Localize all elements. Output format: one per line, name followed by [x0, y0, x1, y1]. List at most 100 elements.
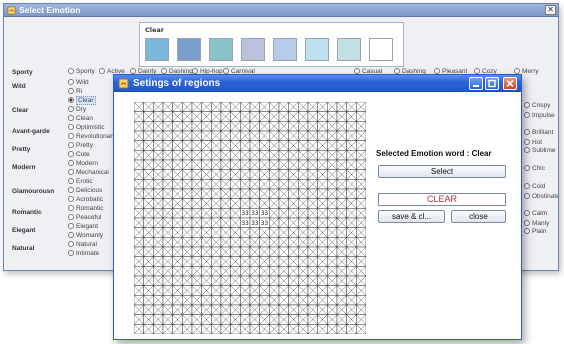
grid-cell[interactable]	[191, 266, 202, 277]
grid-cell[interactable]	[143, 169, 154, 180]
grid-cell[interactable]	[134, 266, 144, 277]
grid-cell[interactable]	[307, 159, 318, 170]
grid-cell[interactable]	[307, 121, 318, 132]
grid-cell[interactable]	[201, 275, 212, 286]
grid-cell[interactable]	[172, 121, 183, 132]
grid-cell[interactable]	[249, 295, 260, 306]
grid-cell[interactable]: 33	[259, 217, 270, 228]
grid-cell[interactable]	[317, 150, 328, 161]
grid-cell[interactable]	[249, 246, 260, 257]
grid-cell[interactable]	[182, 121, 193, 132]
grid-cell[interactable]	[182, 275, 193, 286]
grid-cell[interactable]	[240, 227, 251, 238]
grid-cell[interactable]	[327, 295, 338, 306]
grid-cell[interactable]	[346, 304, 357, 315]
grid-cell[interactable]	[259, 102, 270, 112]
grid-cell[interactable]	[307, 179, 318, 190]
grid-cell[interactable]	[220, 198, 231, 209]
grid-cell[interactable]	[182, 140, 193, 151]
grid-cell[interactable]	[211, 121, 222, 132]
grid-cell[interactable]	[356, 246, 366, 257]
emotion-radio[interactable]: Sublime	[524, 147, 555, 154]
grid-cell[interactable]	[356, 237, 366, 248]
grid-cell[interactable]	[220, 102, 231, 112]
grid-cell[interactable]	[134, 140, 144, 151]
grid-cell[interactable]	[191, 217, 202, 228]
grid-cell[interactable]	[143, 246, 154, 257]
grid-cell[interactable]	[317, 304, 328, 315]
grid-cell[interactable]	[356, 304, 366, 315]
grid-cell[interactable]	[327, 275, 338, 286]
emotion-radio[interactable]: Sporty	[68, 68, 95, 75]
grid-cell[interactable]	[162, 314, 173, 325]
grid-cell[interactable]	[201, 208, 212, 219]
grid-cell[interactable]	[346, 275, 357, 286]
grid-cell[interactable]	[356, 314, 366, 325]
grid-cell[interactable]	[356, 140, 366, 151]
grid-cell[interactable]	[220, 275, 231, 286]
grid-cell[interactable]	[259, 237, 270, 248]
grid-cell[interactable]	[143, 217, 154, 228]
grid-cell[interactable]	[211, 111, 222, 122]
grid-cell[interactable]	[298, 169, 309, 180]
grid-cell[interactable]	[172, 324, 183, 334]
grid-cell[interactable]	[346, 140, 357, 151]
grid-cell[interactable]	[134, 121, 144, 132]
grid-cell[interactable]	[249, 324, 260, 334]
grid-cell[interactable]	[259, 324, 270, 334]
select-button[interactable]: Select	[378, 165, 506, 178]
grid-cell[interactable]	[288, 179, 299, 190]
grid-cell[interactable]	[259, 304, 270, 315]
grid-cell[interactable]	[259, 159, 270, 170]
grid-cell[interactable]	[211, 246, 222, 257]
grid-cell[interactable]	[336, 285, 347, 296]
grid-cell[interactable]	[172, 256, 183, 267]
grid-cell[interactable]	[201, 285, 212, 296]
grid-cell[interactable]	[317, 256, 328, 267]
grid-cell[interactable]	[249, 169, 260, 180]
grid-cell[interactable]	[143, 179, 154, 190]
grid-cell[interactable]	[134, 130, 144, 141]
grid-cell[interactable]	[259, 179, 270, 190]
grid-cell[interactable]	[288, 285, 299, 296]
grid-cell[interactable]	[153, 314, 164, 325]
grid-cell[interactable]	[278, 169, 289, 180]
grid-cell[interactable]	[259, 256, 270, 267]
grid-cell[interactable]	[230, 198, 241, 209]
emotion-radio[interactable]: Dry	[68, 106, 86, 113]
grid-cell[interactable]	[336, 237, 347, 248]
grid-cell[interactable]	[153, 246, 164, 257]
grid-cell[interactable]	[220, 150, 231, 161]
grid-cell[interactable]	[211, 179, 222, 190]
grid-cell[interactable]	[240, 314, 251, 325]
grid-cell[interactable]	[220, 217, 231, 228]
grid-cell[interactable]	[172, 130, 183, 141]
grid-cell[interactable]	[143, 295, 154, 306]
grid-cell[interactable]	[327, 169, 338, 180]
grid-cell[interactable]	[220, 169, 231, 180]
grid-cell[interactable]	[336, 295, 347, 306]
grid-cell[interactable]	[288, 150, 299, 161]
grid-cell[interactable]	[211, 208, 222, 219]
grid-cell[interactable]	[356, 130, 366, 141]
grid-cell[interactable]	[230, 140, 241, 151]
color-swatch[interactable]	[209, 38, 233, 61]
close-button[interactable]: close	[451, 210, 506, 223]
grid-cell[interactable]: 33	[240, 217, 251, 228]
grid-cell[interactable]	[211, 198, 222, 209]
grid-cell[interactable]	[211, 256, 222, 267]
grid-cell[interactable]	[191, 121, 202, 132]
grid-cell[interactable]	[327, 256, 338, 267]
grid-cell[interactable]	[327, 314, 338, 325]
emotion-radio[interactable]: Intimate	[68, 250, 99, 257]
grid-cell[interactable]	[259, 169, 270, 180]
grid-cell[interactable]	[201, 304, 212, 315]
grid-cell[interactable]	[153, 304, 164, 315]
grid-cell[interactable]	[249, 150, 260, 161]
grid-cell[interactable]	[307, 102, 318, 112]
grid-cell[interactable]	[269, 246, 280, 257]
emotion-radio[interactable]: Revolutionary	[68, 133, 116, 140]
grid-cell[interactable]	[317, 227, 328, 238]
grid-cell[interactable]	[346, 111, 357, 122]
grid-cell[interactable]	[336, 246, 347, 257]
